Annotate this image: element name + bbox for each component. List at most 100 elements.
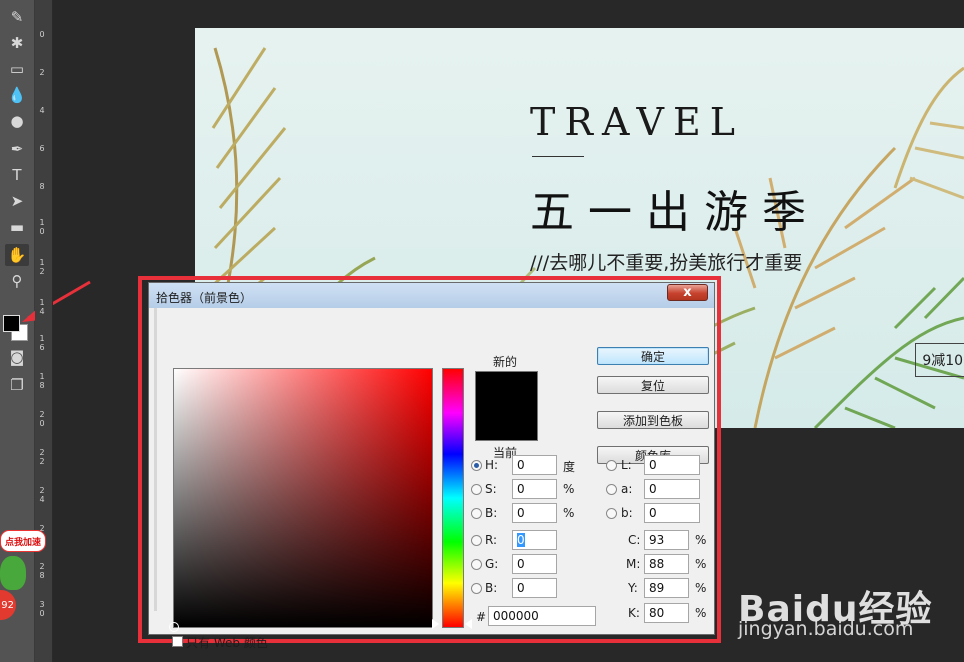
r-input-value: 0 — [517, 533, 525, 547]
ruler-label: 1 4 — [39, 298, 45, 316]
a-input[interactable]: 0 — [644, 479, 700, 499]
g-input[interactable]: 0 — [512, 554, 557, 574]
blue-input[interactable]: 0 — [512, 578, 557, 598]
ruler-label: 3 0 — [39, 600, 45, 618]
dialog-title: 拾色器（前景色） — [156, 291, 253, 305]
new-color-label: 新的 — [493, 355, 518, 369]
add-to-swatches-button[interactable]: 添加到色板 — [597, 411, 709, 429]
web-colors-checkbox[interactable] — [172, 636, 183, 647]
hex-input[interactable]: 000000 — [488, 606, 596, 626]
ruler-label: 2 2 — [39, 448, 45, 466]
path-select-tool-icon[interactable]: ➤ — [5, 190, 29, 212]
dialog-body: 新的 当前 确定 复位 添加到色板 颜色库 H: 0 度 S: 0 % B: 0… — [154, 308, 709, 650]
ruler-label: 8 — [39, 182, 45, 191]
k-label: K: — [628, 606, 640, 620]
a-radio[interactable] — [606, 484, 617, 495]
spot-heal-tool-icon[interactable]: ✱ — [5, 32, 29, 54]
y-input[interactable]: 89 — [644, 578, 689, 598]
b-radio[interactable] — [471, 508, 482, 519]
vertical-ruler: 0 2 4 6 8 1 0 1 2 1 4 1 6 1 8 2 0 2 2 2 … — [35, 0, 53, 662]
eyedropper-tool-icon[interactable]: ✎ — [5, 6, 29, 28]
banner-subtitle: ///去哪儿不重要,扮美旅行才重要 — [530, 252, 803, 274]
s-label: S: — [485, 482, 497, 496]
dialog-edge — [154, 308, 157, 611]
reset-button[interactable]: 复位 — [597, 376, 709, 394]
l-label: L: — [621, 458, 632, 472]
r-radio[interactable] — [471, 535, 482, 546]
banner-title: TRAVEL — [530, 100, 744, 144]
r-input[interactable]: 0 — [512, 530, 557, 550]
color-field-marker[interactable] — [169, 622, 179, 632]
k-input[interactable]: 80 — [644, 603, 689, 623]
ruler-label: 1 0 — [39, 218, 45, 236]
blue-radio[interactable] — [471, 583, 482, 594]
type-tool-icon[interactable]: T — [5, 164, 29, 186]
web-colors-label: 只有 Web 颜色 — [186, 636, 268, 650]
lab-b-label: b: — [621, 506, 633, 520]
ok-button[interactable]: 确定 — [597, 347, 709, 365]
rectangle-tool-icon[interactable]: ▬ — [5, 216, 29, 238]
banner-headline: 五一出游季 — [530, 187, 820, 238]
g-label: G: — [485, 557, 499, 571]
b-label: B: — [485, 506, 498, 520]
hue-slider-right-arrow-icon[interactable] — [465, 619, 472, 629]
m-unit: % — [695, 557, 707, 571]
ruler-label: 1 2 — [39, 258, 45, 276]
hue-slider[interactable] — [442, 368, 464, 628]
m-label: M: — [626, 557, 641, 571]
l-input[interactable]: 0 — [644, 455, 700, 475]
color-field[interactable] — [169, 368, 433, 632]
blue-label: B: — [485, 581, 498, 595]
ruler-label: 2 8 — [39, 562, 45, 580]
l-radio[interactable] — [606, 460, 617, 471]
dodge-tool-icon[interactable]: ● — [5, 110, 29, 132]
ruler-label: 1 8 — [39, 372, 45, 390]
pointer-arrow-icon — [22, 280, 91, 322]
y-unit: % — [695, 581, 707, 595]
close-button[interactable]: x — [667, 284, 708, 301]
h-input[interactable]: 0 — [512, 455, 557, 475]
screen-mode-icon[interactable]: ❐ — [5, 374, 29, 396]
hand-tool-icon[interactable]: ✋ — [5, 244, 29, 266]
quick-mask-icon[interactable]: ◙ — [5, 346, 29, 368]
a-label: a: — [621, 482, 633, 496]
h-unit: 度 — [563, 460, 576, 474]
h-label: H: — [485, 458, 499, 472]
watermark-url: jingyan.baidu.com — [738, 618, 914, 640]
b-unit: % — [563, 506, 575, 520]
lab-b-radio[interactable] — [606, 508, 617, 519]
new-current-swatch[interactable] — [475, 371, 538, 441]
b-input[interactable]: 0 — [512, 503, 557, 523]
ruler-label: 2 0 — [39, 410, 45, 428]
speed-up-badge[interactable]: 点我加速 — [0, 530, 46, 552]
c-input[interactable]: 93 — [644, 530, 689, 550]
mascot-icon — [0, 556, 26, 590]
ruler-label: 6 — [39, 144, 45, 153]
gradient-tool-icon[interactable]: ▭ — [5, 58, 29, 80]
c-label: C: — [628, 533, 641, 547]
m-input[interactable]: 88 — [644, 554, 689, 574]
ruler-label: 1 6 — [39, 334, 45, 352]
ruler-label: 2 — [39, 68, 45, 77]
h-radio[interactable] — [471, 460, 482, 471]
blur-tool-icon[interactable]: 💧 — [5, 84, 29, 106]
ruler-label: 2 4 — [39, 486, 45, 504]
lab-b-input[interactable]: 0 — [644, 503, 700, 523]
k-unit: % — [695, 606, 707, 620]
hex-label: # — [476, 610, 487, 624]
ruler-label: 4 — [39, 106, 45, 115]
s-input[interactable]: 0 — [512, 479, 557, 499]
banner-divider — [532, 156, 584, 157]
banner-promo: 9减100 — [915, 343, 964, 377]
dialog-titlebar[interactable]: 拾色器（前景色） x — [149, 283, 714, 308]
hue-slider-left-arrow-icon[interactable] — [432, 619, 439, 629]
g-radio[interactable] — [471, 559, 482, 570]
y-label: Y: — [628, 581, 638, 595]
r-label: R: — [485, 533, 498, 547]
s-radio[interactable] — [471, 484, 482, 495]
c-unit: % — [695, 533, 707, 547]
ruler-label: 0 — [39, 30, 45, 39]
pen-tool-icon[interactable]: ✒ — [5, 138, 29, 160]
s-unit: % — [563, 482, 575, 496]
color-picker-dialog: 拾色器（前景色） x 新的 当前 确定 复位 添加到色板 颜色库 H: 0 度 … — [148, 282, 715, 650]
